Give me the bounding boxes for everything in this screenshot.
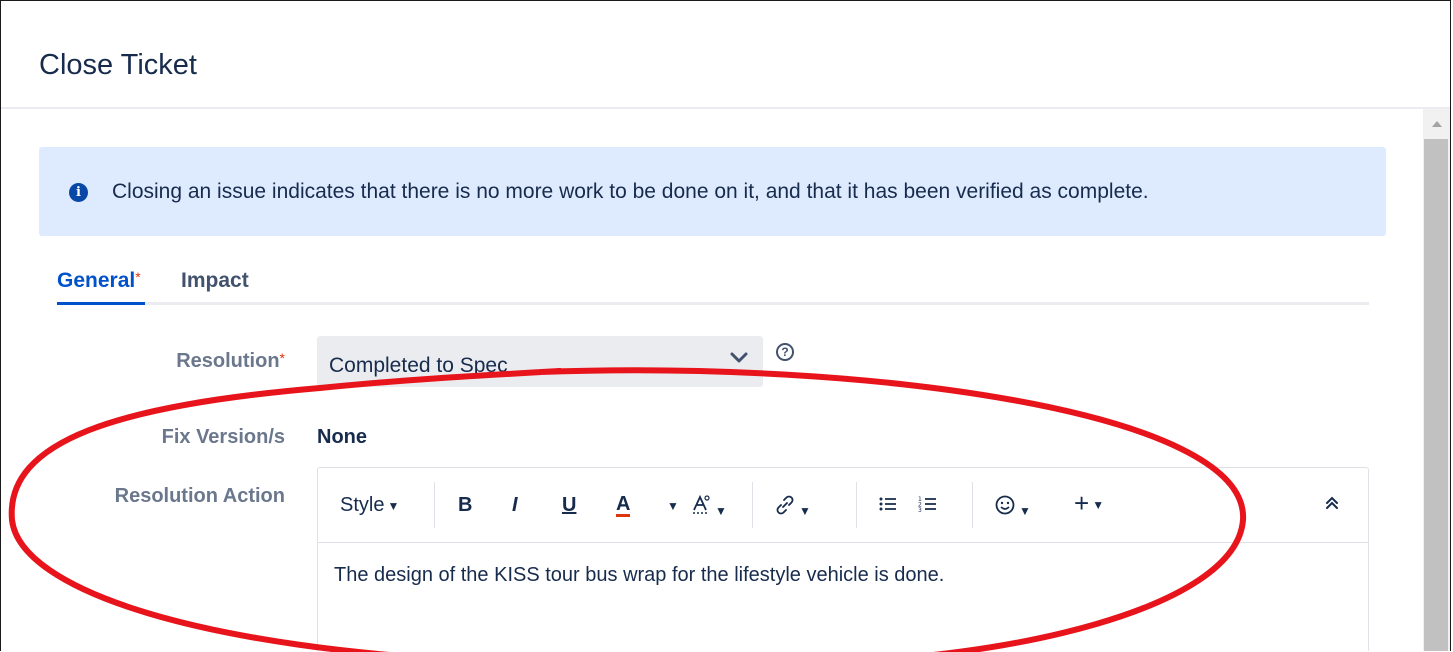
style-dropdown-label: Style (340, 494, 385, 516)
emoji-icon[interactable]: ▼ (994, 494, 1031, 522)
resolution-action-label: Resolution Action (114, 485, 285, 507)
clear-formatting-icon[interactable]: ▼ (690, 494, 727, 522)
dialog-header: Close Ticket (1, 1, 1450, 109)
scrollbar-thumb[interactable] (1424, 139, 1448, 651)
scrollbar[interactable] (1423, 109, 1450, 651)
resolution-select[interactable]: Completed to Spec (317, 336, 763, 387)
resolution-label: Resolution* (176, 350, 285, 373)
link-icon[interactable]: ▼ (774, 494, 811, 522)
text-color-chevron-icon[interactable]: ▼ (664, 494, 679, 517)
chevron-down-icon (729, 349, 749, 370)
close-ticket-dialog: Close Ticket i Closing an issue indicate… (0, 0, 1451, 651)
editor-content[interactable]: The design of the KISS tour bus wrap for… (334, 564, 944, 587)
toolbar-separator (434, 482, 435, 528)
collapse-toolbar-icon[interactable] (1324, 494, 1340, 518)
bold-button[interactable]: B (458, 494, 472, 517)
italic-button[interactable]: I (512, 494, 518, 517)
bullet-list-icon[interactable] (878, 494, 898, 520)
svg-text:3: 3 (918, 507, 922, 514)
required-marker: * (279, 350, 285, 366)
text-color-button[interactable]: A (616, 494, 631, 517)
resolution-label-text: Resolution (176, 350, 280, 372)
info-icon: i (69, 183, 88, 202)
tab-general-label: General (57, 269, 136, 292)
info-message: Closing an issue indicates that there is… (112, 180, 1149, 203)
style-dropdown[interactable]: Style ▼ (340, 494, 399, 517)
plus-icon: + (1074, 488, 1090, 518)
active-tab-indicator (57, 302, 145, 305)
insert-more-button[interactable]: + ▼ (1074, 488, 1104, 519)
underline-button[interactable]: U (562, 494, 576, 517)
dialog-title: Close Ticket (39, 49, 197, 81)
scroll-up-arrow-icon[interactable] (1432, 121, 1442, 127)
fix-version-label: Fix Version/s (161, 426, 285, 448)
toolbar-separator (752, 482, 753, 528)
tab-divider (57, 302, 1369, 305)
chevron-down-icon: ▼ (387, 498, 400, 513)
fix-version-value: None (317, 426, 367, 448)
info-banner: i Closing an issue indicates that there … (39, 147, 1386, 236)
editor-toolbar: Style ▼ B I U A ▼ ▼ ▼ 123 ▼ + ▼ (318, 468, 1368, 543)
tab-general[interactable]: General* (57, 269, 141, 293)
help-icon[interactable]: ? (776, 343, 794, 361)
resolution-select-value: Completed to Spec (329, 354, 508, 377)
tab-impact[interactable]: Impact (181, 269, 249, 293)
toolbar-separator (972, 482, 973, 528)
required-marker: * (135, 269, 141, 285)
resolution-action-editor[interactable]: Style ▼ B I U A ▼ ▼ ▼ 123 ▼ + ▼ The desi… (317, 467, 1369, 651)
tab-bar: General* Impact (57, 269, 1369, 309)
tab-impact-label: Impact (181, 269, 249, 292)
toolbar-separator (856, 482, 857, 528)
numbered-list-icon[interactable]: 123 (918, 494, 938, 520)
